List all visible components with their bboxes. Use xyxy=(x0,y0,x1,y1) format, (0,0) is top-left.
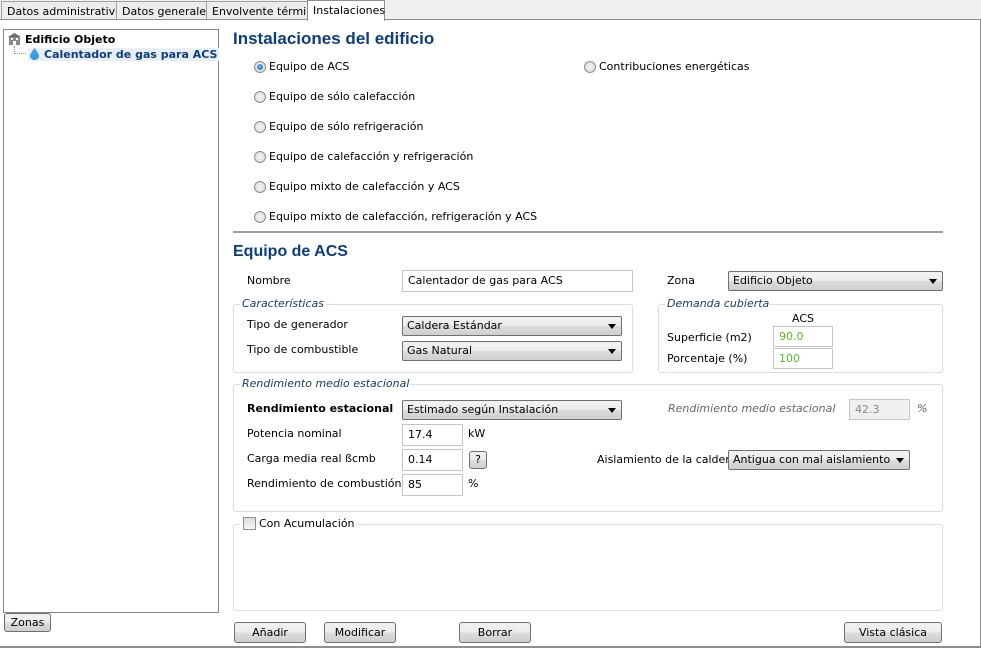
radio-unchecked-icon xyxy=(254,90,266,103)
potencia-input[interactable]: 17.4 xyxy=(402,424,463,446)
potencia-unit: kW xyxy=(468,427,486,440)
porcentaje-input[interactable]: 100 xyxy=(773,348,833,369)
potencia-label: Potencia nominal xyxy=(247,427,342,440)
demanda-legend: Demanda cubierta xyxy=(665,297,772,310)
radio-unchecked-icon xyxy=(254,120,266,133)
zona-label: Zona xyxy=(667,274,695,287)
borrar-button[interactable]: Borrar xyxy=(459,622,531,643)
radio-label: Equipo de sólo calefacción xyxy=(269,90,416,103)
zona-select[interactable]: Edificio Objeto xyxy=(728,271,943,291)
carga-label: Carga media real ßcmb xyxy=(247,452,376,465)
nombre-label: Nombre xyxy=(247,274,291,287)
radio-label: Equipo mixto de calefacción y ACS xyxy=(269,180,460,193)
generador-label: Tipo de generador xyxy=(247,318,348,331)
radio-checked-icon xyxy=(254,60,266,73)
radio-unchecked-icon xyxy=(254,180,266,193)
radio-mixto-calefaccion-refrigeracion-acs[interactable]: Equipo mixto de calefacción, refrigeraci… xyxy=(254,210,537,223)
medio-estacional-label: Rendimiento medio estacional xyxy=(668,402,836,415)
zona-select-value: Edificio Objeto xyxy=(733,274,813,287)
chevron-down-icon xyxy=(608,408,616,413)
estacional-select-value: Estimado según Instalación xyxy=(407,403,559,416)
chevron-down-icon xyxy=(608,324,616,329)
radio-contribuciones-energeticas[interactable]: Contribuciones energéticas xyxy=(584,60,750,73)
radio-label: Equipo de ACS xyxy=(269,60,350,73)
tab-bar: Datos administrativos Datos generales En… xyxy=(0,0,981,21)
section-title: Equipo de ACS xyxy=(233,243,348,260)
medio-estacional-input: 42.3 xyxy=(849,399,910,420)
generador-select[interactable]: Caldera Estándar xyxy=(402,316,622,336)
demanda-column-acs: ACS xyxy=(792,312,814,325)
aislamiento-select[interactable]: Antigua con mal aislamiento xyxy=(728,450,910,470)
combustible-label: Tipo de combustible xyxy=(247,343,359,356)
radio-solo-refrigeracion[interactable]: Equipo de sólo refrigeración xyxy=(254,120,423,133)
acumulacion-group xyxy=(233,524,943,611)
superficie-label: Superficie (m2) xyxy=(667,331,752,344)
acumulacion-checkbox[interactable] xyxy=(243,517,256,530)
water-drop-icon xyxy=(30,48,39,60)
aislamiento-select-value: Antigua con mal aislamiento xyxy=(733,453,891,466)
tab-datos-administrativos[interactable]: Datos administrativos xyxy=(1,1,128,20)
radio-unchecked-icon xyxy=(254,210,266,223)
radio-equipo-acs[interactable]: Equipo de ACS xyxy=(254,60,349,73)
superficie-input[interactable]: 90.0 xyxy=(773,326,833,347)
tree-connector xyxy=(14,46,26,54)
medio-estacional-unit: % xyxy=(917,402,928,415)
modificar-button[interactable]: Modificar xyxy=(324,622,396,643)
caracteristicas-group xyxy=(233,304,633,373)
acumulacion-checkbox-wrapper[interactable]: Con Acumulación xyxy=(240,517,358,530)
tree-item-calentador[interactable]: Calentador de gas para ACS xyxy=(28,48,220,61)
chevron-down-icon xyxy=(896,458,904,463)
nombre-input[interactable]: Calentador de gas para ACS xyxy=(402,270,633,292)
estacional-select[interactable]: Estimado según Instalación xyxy=(402,400,622,420)
acumulacion-label: Con Acumulación xyxy=(259,517,355,530)
zonas-button[interactable]: Zonas xyxy=(4,613,51,632)
generador-select-value: Caldera Estándar xyxy=(407,319,502,332)
radio-unchecked-icon xyxy=(584,60,596,73)
help-button[interactable]: ? xyxy=(469,451,487,469)
tree-root-label: Edificio Objeto xyxy=(25,33,116,46)
carga-input[interactable]: 0.14 xyxy=(402,449,463,471)
page-title: Instalaciones del edificio xyxy=(233,29,435,48)
radio-label: Contribuciones energéticas xyxy=(599,60,750,73)
radio-calefaccion-refrigeracion[interactable]: Equipo de calefacción y refrigeración xyxy=(254,150,473,163)
radio-unchecked-icon xyxy=(254,150,266,163)
chevron-down-icon xyxy=(608,349,616,354)
radio-label: Equipo de sólo refrigeración xyxy=(269,120,424,133)
combustible-select-value: Gas Natural xyxy=(407,344,473,357)
section-divider xyxy=(233,231,943,233)
radio-solo-calefaccion[interactable]: Equipo de sólo calefacción xyxy=(254,90,415,103)
porcentaje-label: Porcentaje (%) xyxy=(667,352,748,365)
caracteristicas-legend: Características xyxy=(240,297,327,310)
vista-clasica-button[interactable]: Vista clásica xyxy=(844,622,942,643)
combustion-label: Rendimiento de combustión xyxy=(247,477,402,490)
chevron-down-icon xyxy=(929,279,937,284)
radio-label: Equipo mixto de calefacción, refrigeraci… xyxy=(269,210,538,223)
tab-datos-generales[interactable]: Datos generales xyxy=(116,1,212,20)
combustion-unit: % xyxy=(468,477,479,490)
installation-tree: Edificio Objeto Calentador de gas para A… xyxy=(3,29,220,613)
tab-envolvente-termica[interactable]: Envolvente térmica xyxy=(206,1,319,20)
tab-instalaciones[interactable]: Instalaciones xyxy=(307,0,385,21)
combustible-select[interactable]: Gas Natural xyxy=(402,341,622,361)
building-icon xyxy=(8,33,21,45)
radio-label: Equipo de calefacción y refrigeración xyxy=(269,150,474,163)
tree-item-label: Calentador de gas para ACS xyxy=(44,48,218,61)
aislamiento-label: Aislamiento de la caldera xyxy=(597,453,737,466)
anadir-button[interactable]: Añadir xyxy=(234,622,306,643)
radio-mixto-calefaccion-acs[interactable]: Equipo mixto de calefacción y ACS xyxy=(254,180,460,193)
rendimiento-legend: Rendimiento medio estacional xyxy=(240,377,412,390)
tree-root[interactable]: Edificio Objeto xyxy=(8,33,115,46)
combustion-input[interactable]: 85 xyxy=(402,474,463,496)
estacional-label: Rendimiento estacional xyxy=(247,402,394,415)
